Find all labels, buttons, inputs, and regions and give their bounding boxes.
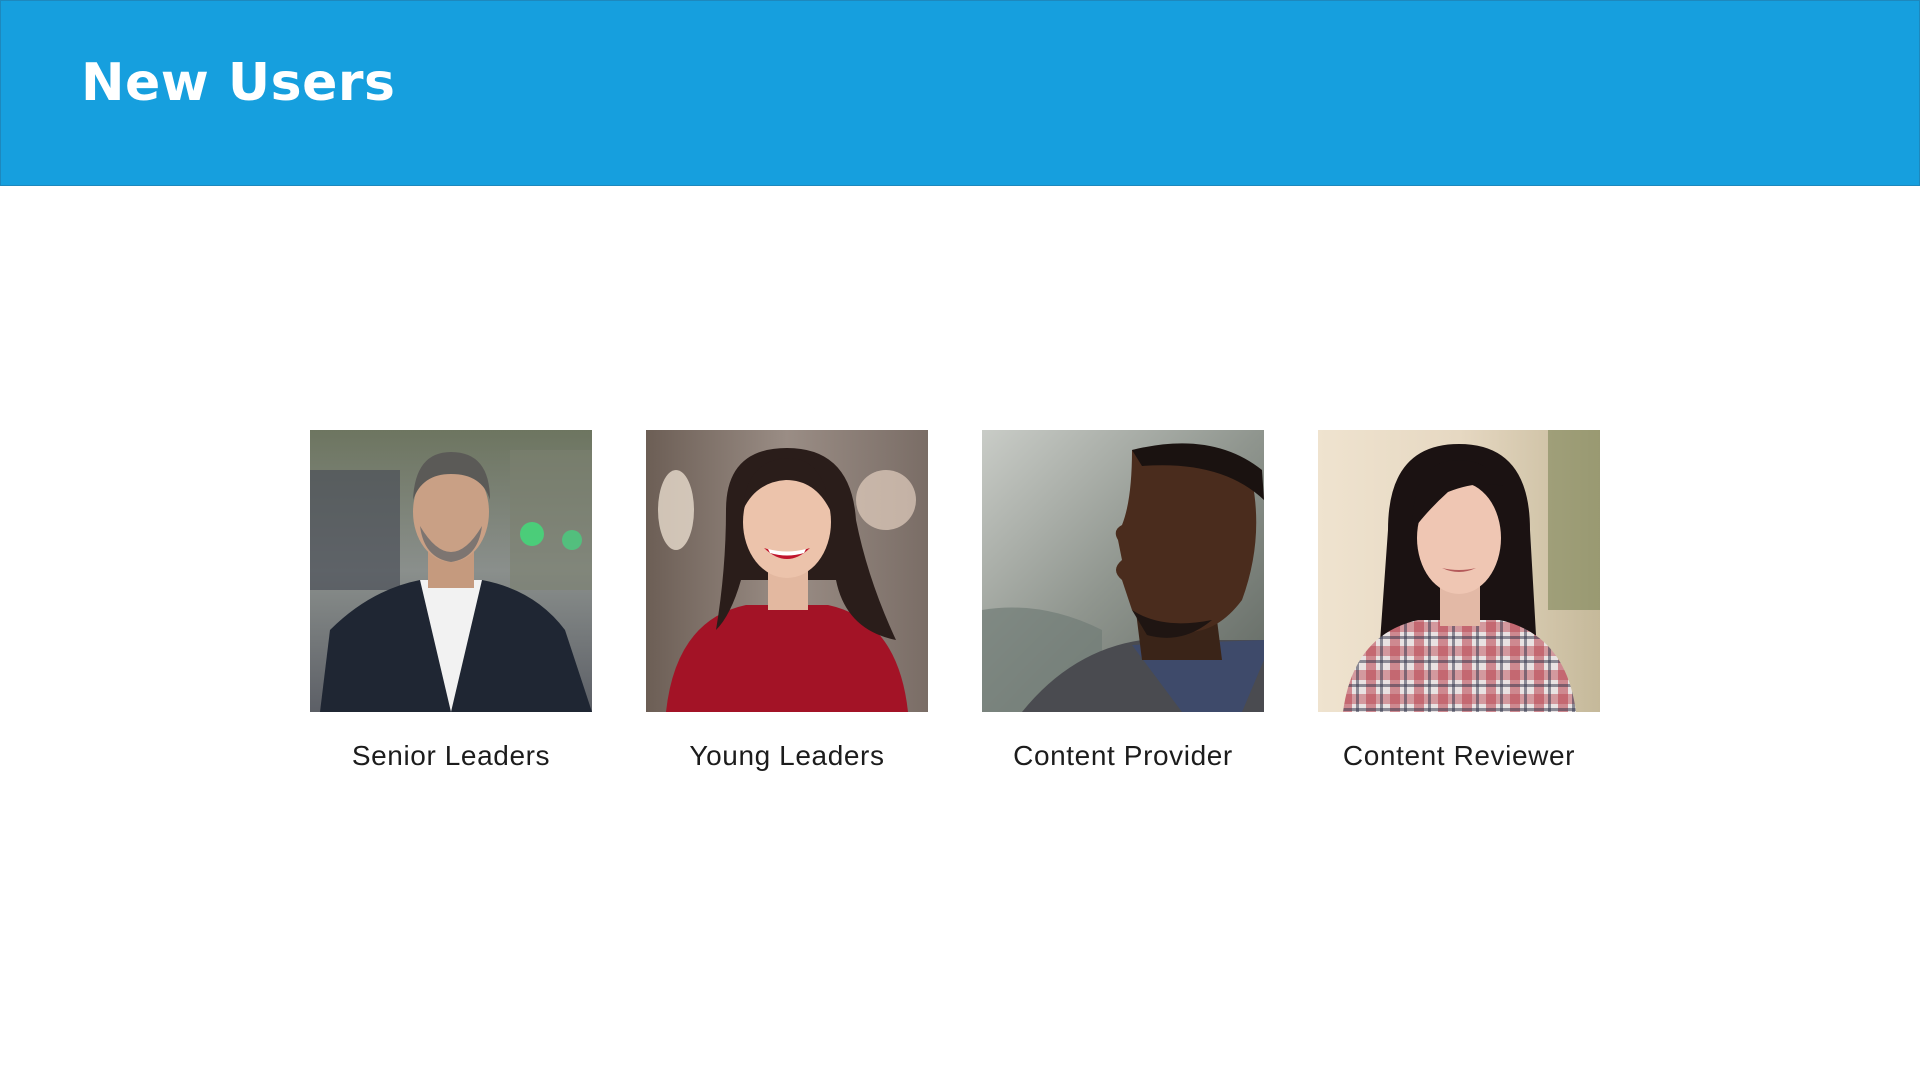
user-card-senior-leaders[interactable]: Senior Leaders <box>310 430 592 772</box>
user-card-label: Content Reviewer <box>1342 740 1576 771</box>
user-card-content-reviewer[interactable]: Content Reviewer <box>1318 430 1600 772</box>
user-type-list: Senior Leaders Young Leaders Content Pro… <box>310 430 1600 772</box>
user-card-label: Young Leaders <box>689 740 885 771</box>
young-leader-portrait-icon[interactable] <box>646 430 928 712</box>
user-card-content-provider[interactable]: Content Provider <box>982 430 1264 772</box>
page-title: New Users <box>81 53 396 113</box>
header-bar: New Users <box>0 0 1920 186</box>
user-card-young-leaders[interactable]: Young Leaders <box>646 430 928 772</box>
senior-leader-portrait-icon[interactable] <box>310 430 592 712</box>
user-card-label: Senior Leaders <box>351 740 551 771</box>
content-reviewer-portrait-icon[interactable] <box>1318 430 1600 712</box>
content-provider-portrait-icon[interactable] <box>982 430 1264 712</box>
user-card-label: Content Provider <box>1013 740 1233 771</box>
